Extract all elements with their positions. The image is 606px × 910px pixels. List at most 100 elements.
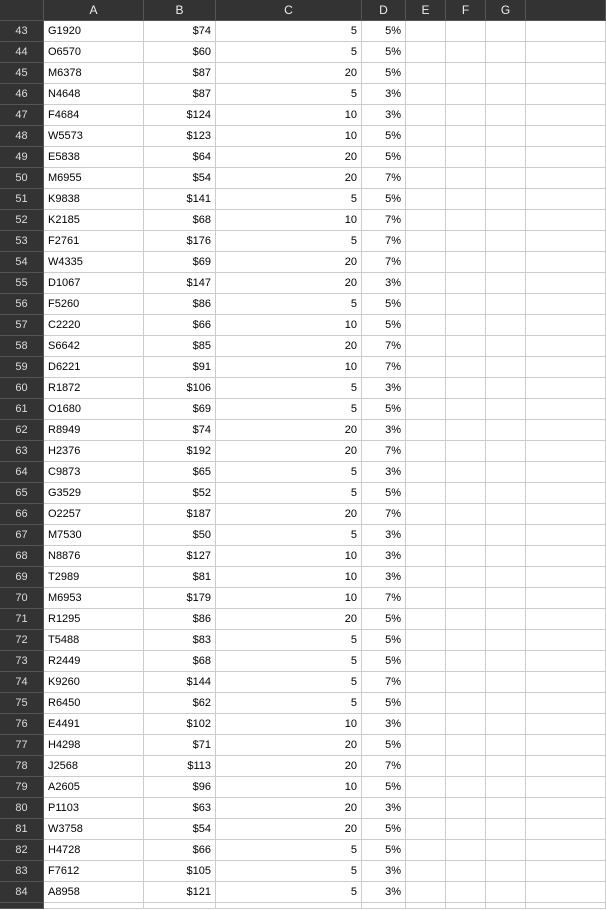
column-header-D[interactable]: D bbox=[362, 0, 406, 21]
cell-A73[interactable]: R2449 bbox=[44, 651, 144, 672]
cell-D75[interactable]: 5% bbox=[362, 693, 406, 714]
cell-G74[interactable] bbox=[486, 672, 526, 693]
cell-B73[interactable]: $68 bbox=[144, 651, 216, 672]
row-header-54[interactable]: 54 bbox=[0, 252, 44, 273]
cell-C62[interactable]: 20 bbox=[216, 420, 362, 441]
cell-G56[interactable] bbox=[486, 294, 526, 315]
row-header-84[interactable]: 84 bbox=[0, 882, 44, 903]
row-header-58[interactable]: 58 bbox=[0, 336, 44, 357]
cell-A83[interactable]: F7612 bbox=[44, 861, 144, 882]
row-header-48[interactable]: 48 bbox=[0, 126, 44, 147]
cell-G65[interactable] bbox=[486, 483, 526, 504]
cell-B60[interactable]: $106 bbox=[144, 378, 216, 399]
cell-E84[interactable] bbox=[406, 882, 446, 903]
row-header-66[interactable]: 66 bbox=[0, 504, 44, 525]
row-header-56[interactable]: 56 bbox=[0, 294, 44, 315]
cell-A63[interactable]: H2376 bbox=[44, 441, 144, 462]
cell-G47[interactable] bbox=[486, 105, 526, 126]
cell-E79[interactable] bbox=[406, 777, 446, 798]
cell-D67[interactable]: 3% bbox=[362, 525, 406, 546]
cell-E43[interactable] bbox=[406, 21, 446, 42]
row-header-81[interactable]: 81 bbox=[0, 819, 44, 840]
column-header-C[interactable]: C bbox=[216, 0, 362, 21]
cell-E83[interactable] bbox=[406, 861, 446, 882]
cell-E73[interactable] bbox=[406, 651, 446, 672]
row-header-55[interactable]: 55 bbox=[0, 273, 44, 294]
cell-B84[interactable]: $121 bbox=[144, 882, 216, 903]
cell-E53[interactable] bbox=[406, 231, 446, 252]
cell-D77[interactable]: 5% bbox=[362, 735, 406, 756]
cell-A48[interactable]: W5573 bbox=[44, 126, 144, 147]
cell-B58[interactable]: $85 bbox=[144, 336, 216, 357]
cell-B72[interactable]: $83 bbox=[144, 630, 216, 651]
cell-G84[interactable] bbox=[486, 882, 526, 903]
cell-C43[interactable]: 5 bbox=[216, 21, 362, 42]
row-header-77[interactable]: 77 bbox=[0, 735, 44, 756]
cell-G67[interactable] bbox=[486, 525, 526, 546]
cell-C70[interactable]: 10 bbox=[216, 588, 362, 609]
row-header-64[interactable]: 64 bbox=[0, 462, 44, 483]
cell-F45[interactable] bbox=[446, 63, 486, 84]
cell-D82[interactable]: 5% bbox=[362, 840, 406, 861]
cell-B55[interactable]: $147 bbox=[144, 273, 216, 294]
cell-D64[interactable]: 3% bbox=[362, 462, 406, 483]
cell-D63[interactable]: 7% bbox=[362, 441, 406, 462]
cell-partial[interactable] bbox=[216, 903, 362, 909]
cell-B63[interactable]: $192 bbox=[144, 441, 216, 462]
row-header-70[interactable]: 70 bbox=[0, 588, 44, 609]
cell-B54[interactable]: $69 bbox=[144, 252, 216, 273]
cell-G83[interactable] bbox=[486, 861, 526, 882]
cell-A80[interactable]: P1103 bbox=[44, 798, 144, 819]
cell-E71[interactable] bbox=[406, 609, 446, 630]
cell-A52[interactable]: K2185 bbox=[44, 210, 144, 231]
cell-F53[interactable] bbox=[446, 231, 486, 252]
row-header-68[interactable]: 68 bbox=[0, 546, 44, 567]
cell-F74[interactable] bbox=[446, 672, 486, 693]
cell-F55[interactable] bbox=[446, 273, 486, 294]
cell-F58[interactable] bbox=[446, 336, 486, 357]
cell-C78[interactable]: 20 bbox=[216, 756, 362, 777]
cell-A84[interactable]: A8958 bbox=[44, 882, 144, 903]
cell-D66[interactable]: 7% bbox=[362, 504, 406, 525]
cell-B68[interactable]: $127 bbox=[144, 546, 216, 567]
cell-B45[interactable]: $87 bbox=[144, 63, 216, 84]
cell-F61[interactable] bbox=[446, 399, 486, 420]
cell-G51[interactable] bbox=[486, 189, 526, 210]
cell-E61[interactable] bbox=[406, 399, 446, 420]
cell-G75[interactable] bbox=[486, 693, 526, 714]
cell-D52[interactable]: 7% bbox=[362, 210, 406, 231]
cell-G68[interactable] bbox=[486, 546, 526, 567]
cell-B56[interactable]: $86 bbox=[144, 294, 216, 315]
cell-D43[interactable]: 5% bbox=[362, 21, 406, 42]
cell-E69[interactable] bbox=[406, 567, 446, 588]
cell-E62[interactable] bbox=[406, 420, 446, 441]
cell-C77[interactable]: 20 bbox=[216, 735, 362, 756]
cell-E80[interactable] bbox=[406, 798, 446, 819]
cell-B67[interactable]: $50 bbox=[144, 525, 216, 546]
cell-C59[interactable]: 10 bbox=[216, 357, 362, 378]
select-all-corner[interactable] bbox=[0, 0, 44, 21]
cell-E50[interactable] bbox=[406, 168, 446, 189]
cell-C46[interactable]: 5 bbox=[216, 84, 362, 105]
column-header-F[interactable]: F bbox=[446, 0, 486, 21]
cell-E67[interactable] bbox=[406, 525, 446, 546]
cell-A61[interactable]: O1680 bbox=[44, 399, 144, 420]
cell-C61[interactable]: 5 bbox=[216, 399, 362, 420]
cell-A62[interactable]: R8949 bbox=[44, 420, 144, 441]
cell-B46[interactable]: $87 bbox=[144, 84, 216, 105]
cell-C60[interactable]: 5 bbox=[216, 378, 362, 399]
cell-D48[interactable]: 5% bbox=[362, 126, 406, 147]
row-header-85[interactable] bbox=[0, 903, 44, 909]
cell-E52[interactable] bbox=[406, 210, 446, 231]
cell-C82[interactable]: 5 bbox=[216, 840, 362, 861]
cell-F73[interactable] bbox=[446, 651, 486, 672]
cell-D61[interactable]: 5% bbox=[362, 399, 406, 420]
cell-D45[interactable]: 5% bbox=[362, 63, 406, 84]
row-header-43[interactable]: 43 bbox=[0, 21, 44, 42]
cell-D74[interactable]: 7% bbox=[362, 672, 406, 693]
cell-G69[interactable] bbox=[486, 567, 526, 588]
cell-A78[interactable]: J2568 bbox=[44, 756, 144, 777]
cell-D81[interactable]: 5% bbox=[362, 819, 406, 840]
cell-B82[interactable]: $66 bbox=[144, 840, 216, 861]
cell-A55[interactable]: D1067 bbox=[44, 273, 144, 294]
